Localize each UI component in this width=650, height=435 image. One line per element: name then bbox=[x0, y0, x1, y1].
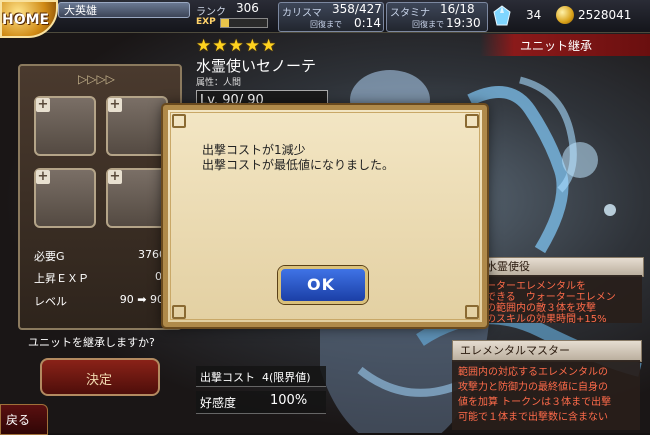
stamina-recovery-label: 回復まで bbox=[412, 20, 444, 29]
rarity-stars: ★★★★★ bbox=[196, 36, 278, 56]
skill2-line: 可能で１体まで出撃数に含まない bbox=[458, 412, 608, 423]
unit-attribute: 属性：人間 bbox=[196, 78, 242, 88]
gold-coin-icon bbox=[556, 6, 574, 24]
affection-label: 好感度 bbox=[200, 396, 237, 410]
rank-value: 306 bbox=[236, 1, 259, 15]
confirm-question: ユニットを継承しますか? bbox=[28, 336, 155, 349]
player-name: 大英雄 bbox=[64, 4, 97, 17]
plus-icon: + bbox=[36, 97, 50, 112]
plus-icon: + bbox=[108, 169, 122, 184]
charisma-recovery-label: 回復まで bbox=[310, 20, 342, 29]
back-button-label: 戻る bbox=[6, 413, 31, 427]
charisma-value: 358/427 bbox=[332, 2, 382, 16]
rank-label: ランク bbox=[196, 7, 226, 18]
stamina-recovery-time: 19:30 bbox=[446, 16, 481, 30]
cost-value: 4(限界値) bbox=[262, 371, 311, 384]
skill1-line: のスキルの効果時間+15% bbox=[486, 314, 607, 325]
required-gold-value: 3760 bbox=[138, 248, 166, 261]
decide-button-label: 決定 bbox=[86, 373, 113, 388]
exp-up-label: 上昇ＥＸＰ bbox=[34, 272, 89, 285]
corner-ornament bbox=[465, 305, 479, 319]
unit-name: 水霊使いセノーテ bbox=[196, 57, 317, 75]
charisma-recovery-time: 0:14 bbox=[354, 16, 381, 30]
charisma-label: カリスマ bbox=[282, 8, 322, 19]
crystal-icon bbox=[493, 5, 511, 26]
stamina-label: スタミナ bbox=[390, 8, 430, 19]
cost-label: 出撃コスト bbox=[200, 371, 255, 384]
affection-value: 100% bbox=[270, 393, 308, 408]
plus-icon: + bbox=[36, 169, 50, 184]
exp-label: EXP bbox=[196, 17, 216, 27]
skill1-title: 水霊使役 bbox=[486, 260, 530, 273]
home-button-label: HOME bbox=[2, 12, 50, 28]
level-change-value: 90 ➡ 90 bbox=[119, 293, 164, 306]
stamina-value: 16/18 bbox=[440, 2, 475, 16]
skill2-line: 範囲内の対応するエレメンタルの bbox=[458, 367, 608, 378]
corner-ornament bbox=[172, 305, 186, 319]
skill2-line: 値を加算 トークンは３体まで出撃 bbox=[458, 397, 612, 408]
ok-button-label: OK bbox=[307, 275, 335, 294]
dialog-message-line2: 出撃コストが最低値になりました。 bbox=[202, 158, 395, 172]
screen-title: ユニット継承 bbox=[520, 39, 593, 53]
skill2-line: 攻撃力と防御力の最終値に自身の bbox=[458, 382, 608, 393]
required-gold-label: 必要G bbox=[34, 250, 65, 263]
plus-icon: + bbox=[108, 97, 122, 112]
exp-bar-fill bbox=[221, 19, 229, 27]
exp-up-value: 0 bbox=[155, 270, 162, 283]
crystal-count: 34 bbox=[526, 8, 542, 22]
corner-ornament bbox=[465, 114, 479, 128]
corner-ornament bbox=[172, 114, 186, 128]
gold-count: 2528041 bbox=[578, 8, 632, 22]
arrows-decoration: ▷▷▷▷ bbox=[78, 72, 115, 86]
level-label: レベル bbox=[34, 295, 67, 308]
skill2-title: エレメンタルマスター bbox=[460, 344, 570, 357]
